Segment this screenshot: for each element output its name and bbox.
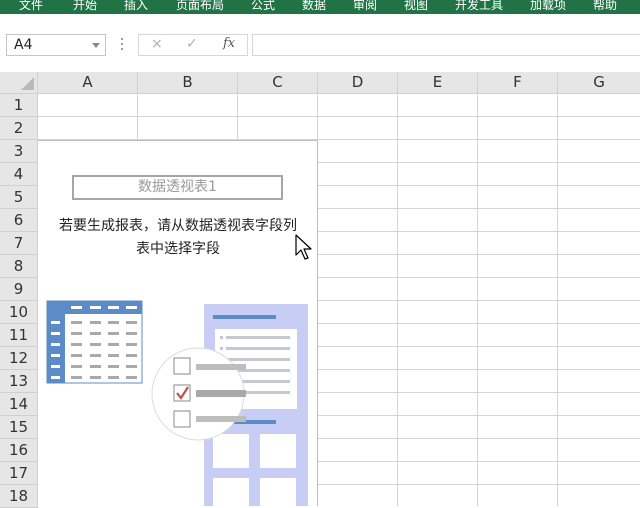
formula-buttons: × ✓ fx: [138, 34, 248, 56]
tab-formulas[interactable]: 公式: [251, 0, 275, 14]
chevron-down-icon[interactable]: [92, 43, 100, 48]
tab-view[interactable]: 视图: [404, 0, 428, 14]
column-header-b[interactable]: B: [138, 72, 238, 94]
column-header-e[interactable]: E: [398, 72, 478, 94]
row-header-2[interactable]: 2: [0, 117, 38, 140]
formula-bar-row: A4 × ✓ fx: [0, 14, 640, 72]
tab-home[interactable]: 开始: [73, 0, 97, 14]
row-header-17[interactable]: 17: [0, 462, 38, 485]
row-header-5[interactable]: 5: [0, 186, 38, 209]
column-header-f[interactable]: F: [478, 72, 558, 94]
column-header-d[interactable]: D: [318, 72, 398, 94]
column-header-g[interactable]: G: [558, 72, 640, 94]
row-header-1[interactable]: 1: [0, 94, 38, 117]
pivot-instruction-line-1: 若要生成报表，请从数据透视表字段列: [59, 218, 297, 234]
tab-page-layout[interactable]: 页面布局: [176, 0, 224, 14]
row-header-7[interactable]: 7: [0, 232, 38, 255]
row-header-8[interactable]: 8: [0, 255, 38, 278]
column-header-c[interactable]: C: [238, 72, 318, 94]
formula-input[interactable]: [252, 34, 640, 56]
select-all-corner[interactable]: [0, 72, 38, 94]
row-header-16[interactable]: 16: [0, 439, 38, 462]
pivot-instruction-line-2: 表中选择字段: [136, 241, 220, 257]
row-header-10[interactable]: 10: [0, 301, 38, 324]
row-header-15[interactable]: 15: [0, 416, 38, 439]
tab-file[interactable]: 文件: [19, 0, 43, 14]
row-header-11[interactable]: 11: [0, 324, 38, 347]
tab-developer[interactable]: 开发工具: [455, 0, 503, 14]
row-header-12[interactable]: 12: [0, 347, 38, 370]
tab-help[interactable]: 帮助: [593, 0, 617, 14]
tab-addins[interactable]: 加载项: [530, 0, 566, 14]
row-header-9[interactable]: 9: [0, 278, 38, 301]
pivot-table-placeholder[interactable]: 数据透视表1 若要生成报表，请从数据透视表字段列 表中选择字段: [38, 140, 318, 506]
column-header-a[interactable]: A: [38, 72, 138, 94]
row-header-6[interactable]: 6: [0, 209, 38, 232]
insert-function-icon[interactable]: fx: [223, 36, 235, 51]
pivot-illustration: [46, 300, 308, 506]
name-box[interactable]: A4: [6, 34, 106, 56]
mouse-pointer-icon: [295, 234, 312, 260]
row-gridline: [38, 116, 640, 117]
table-grid-icon: [46, 300, 143, 384]
enter-icon[interactable]: ✓: [186, 36, 198, 52]
name-box-value: A4: [14, 37, 33, 53]
row-header-4[interactable]: 4: [0, 163, 38, 186]
cancel-icon[interactable]: ×: [151, 36, 163, 52]
ribbon-tab-bar: 文件 开始 插入 页面布局 公式 数据 审阅 视图 开发工具 加载项 帮助: [0, 0, 640, 14]
pivot-table-name: 数据透视表1: [72, 175, 283, 200]
row-header-3[interactable]: 3: [0, 140, 38, 163]
tab-insert[interactable]: 插入: [124, 0, 148, 14]
tab-review[interactable]: 审阅: [353, 0, 377, 14]
row-header-13[interactable]: 13: [0, 370, 38, 393]
drag-handle-icon[interactable]: [121, 38, 124, 52]
row-header-18[interactable]: 18: [0, 485, 38, 508]
row-header-14[interactable]: 14: [0, 393, 38, 416]
tab-data[interactable]: 数据: [302, 0, 326, 14]
